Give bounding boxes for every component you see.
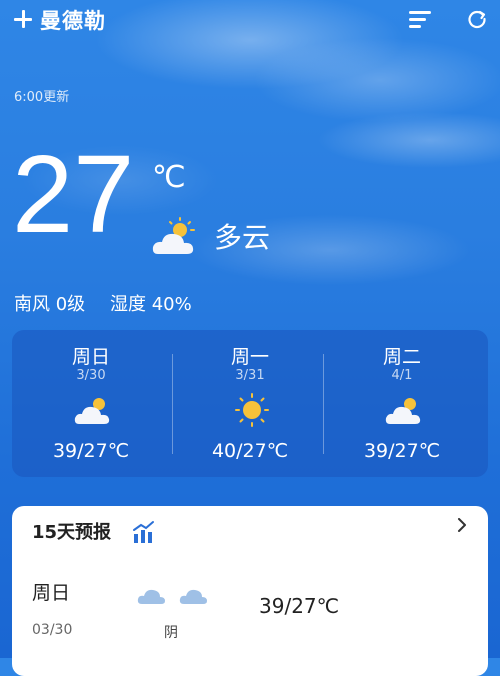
cloudy-icon bbox=[179, 589, 207, 604]
wind-info: 南风 0级 bbox=[14, 294, 86, 315]
forecast-range: 40/27℃ bbox=[211, 440, 289, 462]
menu-icon[interactable] bbox=[409, 10, 431, 30]
top-bar: 曼德勒 bbox=[0, 0, 500, 42]
row-day-name: 周日 bbox=[32, 582, 71, 604]
forecast-day[interactable]: 周日 3/30 39/27℃ bbox=[12, 330, 170, 477]
forecast-day[interactable]: 周一 3/31 40/27℃ bbox=[171, 330, 329, 477]
forecast-day-name: 周日 bbox=[71, 346, 110, 368]
chevron-right-icon[interactable] bbox=[456, 518, 468, 532]
humidity-info: 湿度 40% bbox=[110, 294, 192, 315]
forecast-date: 4/1 bbox=[391, 368, 413, 383]
current-temperature: 27 bbox=[12, 133, 135, 256]
forecast-day[interactable]: 周二 4/1 39/27℃ bbox=[323, 330, 481, 477]
fifteen-day-forecast-card[interactable]: 15天预报 周日 03/30 阴 39/27℃ bbox=[12, 506, 488, 676]
row-temperature-range: 39/27℃ bbox=[259, 594, 340, 618]
partly-cloudy-icon bbox=[385, 398, 421, 424]
add-city-icon[interactable] bbox=[12, 8, 34, 30]
forecast-range: 39/27℃ bbox=[52, 440, 130, 462]
trend-chart-icon bbox=[133, 521, 154, 543]
city-name[interactable]: 曼德勒 bbox=[40, 5, 106, 35]
row-condition: 阴 bbox=[164, 625, 178, 641]
refresh-icon[interactable] bbox=[467, 9, 487, 29]
fifteen-day-title: 15天预报 bbox=[32, 522, 112, 543]
forecast-day-name: 周二 bbox=[382, 346, 421, 368]
current-condition: 多云 bbox=[214, 221, 271, 254]
partly-cloudy-icon bbox=[74, 398, 110, 424]
sunny-icon bbox=[235, 393, 269, 427]
update-time: 6:00更新 bbox=[14, 90, 70, 105]
forecast-range: 39/27℃ bbox=[363, 440, 441, 462]
forecast-date: 3/31 bbox=[235, 368, 265, 383]
three-day-forecast[interactable]: 周日 3/30 39/27℃ 周一 3/31 40/27℃ 周二 4/1 39/… bbox=[12, 330, 488, 477]
forecast-date: 3/30 bbox=[76, 368, 106, 383]
partly-cloudy-icon bbox=[152, 217, 195, 254]
cloudy-icon bbox=[137, 589, 165, 604]
forecast-day-name: 周一 bbox=[230, 346, 269, 368]
row-date: 03/30 bbox=[32, 622, 73, 638]
temperature-unit: ℃ bbox=[152, 161, 186, 194]
